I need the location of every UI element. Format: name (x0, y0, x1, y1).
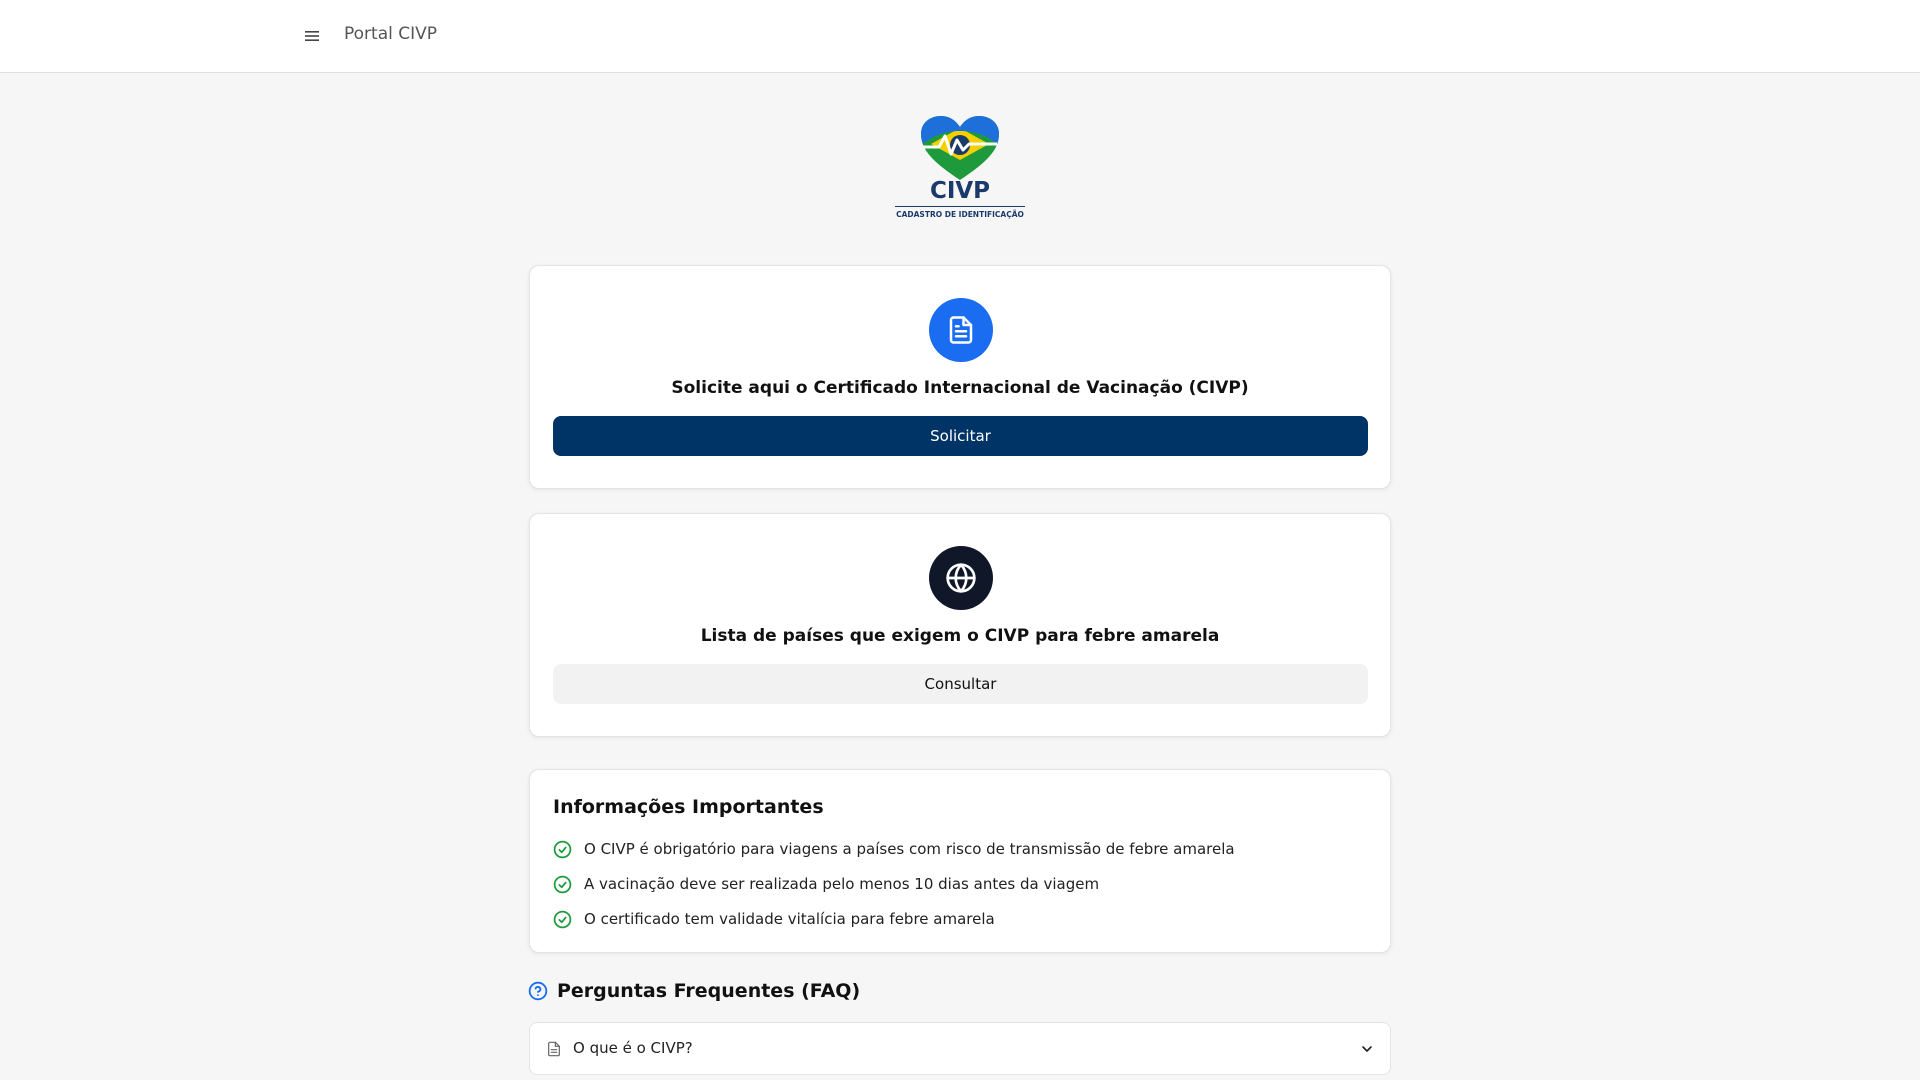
faq-question: O que é o CIVP? (573, 1039, 693, 1057)
info-item-text: A vacinação deve ser realizada pelo meno… (584, 875, 1100, 893)
country-card-title: Lista de países que exigem o CIVP para f… (700, 626, 1220, 646)
heart-logo-icon (921, 116, 999, 180)
info-item-text: O certificado tem validade vitalícia par… (584, 910, 995, 928)
faq-item-what-is-civp[interactable]: O que é o CIVP? (529, 1022, 1391, 1075)
list-item: O certificado tem validade vitalícia par… (553, 908, 995, 930)
info-title: Informações Importantes (553, 796, 824, 818)
logo-name: CIVP (929, 178, 991, 204)
logo-subtitle: CADASTRO DE IDENTIFICAÇÃO (896, 210, 1024, 219)
country-list-card: Lista de países que exigem o CIVP para f… (529, 513, 1391, 737)
chevron-down-icon[interactable] (1359, 1041, 1375, 1057)
document-icon (949, 316, 973, 344)
faq-header: Perguntas Frequentes (FAQ) (528, 980, 860, 1002)
consult-button[interactable]: Consultar (553, 664, 1368, 704)
brand-title[interactable]: Portal CIVP (344, 24, 437, 44)
menu-icon (305, 31, 319, 41)
document-icon-badge (929, 298, 993, 362)
menu-button[interactable] (298, 22, 326, 50)
request-card-title: Solicite aqui o Certificado Internaciona… (671, 378, 1249, 398)
globe-icon (946, 563, 976, 593)
check-circle-icon (553, 910, 572, 928)
important-info-card: Informações Importantes O CIVP é obrigat… (529, 769, 1391, 953)
document-icon (548, 1041, 560, 1057)
request-certificate-card: Solicite aqui o Certificado Internaciona… (529, 265, 1391, 489)
faq-title: Perguntas Frequentes (FAQ) (557, 980, 861, 1002)
globe-icon-badge (929, 546, 993, 610)
help-circle-icon (528, 981, 548, 1001)
list-item: O CIVP é obrigatório para viagens a país… (553, 838, 1235, 860)
list-item: A vacinação deve ser realizada pelo meno… (553, 873, 1099, 895)
logo-divider (895, 206, 1025, 207)
check-circle-icon (553, 840, 572, 858)
top-bar: Portal CIVP (0, 0, 1920, 73)
info-item-text: O CIVP é obrigatório para viagens a país… (584, 840, 1235, 858)
request-button[interactable]: Solicitar (553, 416, 1368, 456)
civp-logo: CIVP CADASTRO DE IDENTIFICAÇÃO (893, 114, 1027, 224)
check-circle-icon (553, 875, 572, 893)
